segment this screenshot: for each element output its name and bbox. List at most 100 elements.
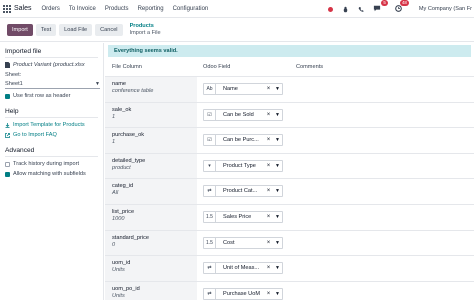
column-name: uom_po_id [112, 285, 140, 292]
activities-badge[interactable]: 48 [395, 0, 409, 14]
file-column-cell: purchase_ok 1 [105, 128, 197, 153]
divider [5, 57, 98, 58]
column-name: detailed_type [112, 157, 146, 164]
download-icon [5, 122, 10, 128]
chevron-down-icon: ▼ [95, 81, 100, 87]
field-name: Sales Price [223, 213, 252, 220]
field-name: Unit of Meas... [223, 265, 260, 272]
track-history-checkbox[interactable] [5, 161, 10, 167]
odoo-field-select[interactable]: ⇄ Product Cat... × ▼ [203, 185, 283, 198]
field-type-icon: ⇄ [204, 263, 216, 274]
column-sample: Units [112, 292, 125, 299]
odoo-field-select[interactable]: ⇄ Purchase UoM × ▼ [203, 287, 283, 300]
allow-matching-option[interactable]: Allow matching with subfields [5, 171, 98, 177]
cancel-button[interactable]: Cancel [95, 23, 123, 36]
menu-to-invoice[interactable]: To Invoice [69, 6, 96, 12]
bug-icon[interactable] [342, 6, 349, 13]
table-header: File Column Odoo Field Comments [105, 57, 474, 77]
clear-icon[interactable]: × [264, 214, 273, 220]
clear-icon[interactable]: × [264, 86, 273, 92]
odoo-field-select[interactable]: 1.5 Cost × ▼ [203, 236, 283, 249]
clear-icon[interactable]: × [264, 188, 273, 194]
menu-orders[interactable]: Orders [42, 6, 60, 12]
messages-badge[interactable]: 5 [373, 0, 388, 14]
chevron-down-icon[interactable]: ▼ [273, 86, 282, 92]
chevron-down-icon[interactable]: ▼ [273, 240, 282, 246]
recording-dot-icon[interactable] [327, 6, 333, 12]
import-template-link[interactable]: Import Template for Products [5, 122, 98, 128]
chevron-down-icon[interactable]: ▼ [273, 112, 282, 118]
phone-icon[interactable] [358, 6, 364, 13]
load-file-button[interactable]: Load File [59, 23, 93, 36]
chevron-down-icon[interactable]: ▼ [273, 188, 282, 194]
first-row-header-option[interactable]: Use first row as header [5, 93, 98, 99]
first-row-header-checkbox[interactable] [5, 93, 10, 99]
column-sample: 1 [112, 113, 116, 120]
clock-icon [395, 4, 402, 12]
clear-icon[interactable]: × [264, 112, 273, 118]
odoo-field-select[interactable]: ▾ Product Type × ▼ [203, 159, 283, 172]
company-switcher[interactable]: My Company (San Fr [419, 6, 472, 12]
odoo-field-select[interactable]: ☑ Can be Sold × ▼ [203, 108, 283, 121]
import-template-label: Import Template for Products [13, 122, 85, 128]
table-row: standard_price 0 1.5 Cost × ▼ [105, 230, 474, 257]
apps-grid-icon[interactable] [0, 0, 14, 18]
help-heading: Help [5, 108, 19, 115]
odoo-field-select[interactable]: Ab Name × ▼ [203, 83, 283, 95]
divider [5, 117, 98, 118]
odoo-field-select[interactable]: ⇄ Unit of Meas... × ▼ [203, 262, 283, 275]
odoo-field-select[interactable]: ☑ Can be Purc... × ▼ [203, 134, 283, 147]
column-name: purchase_ok [112, 132, 145, 139]
table-row: sale_ok 1 ☑ Can be Sold × ▼ [105, 102, 474, 129]
chevron-down-icon[interactable]: ▼ [273, 291, 282, 297]
field-name: Purchase UoM [223, 290, 260, 297]
table-row: name conference table Ab Name × ▼ [105, 77, 474, 103]
column-sample: Units [112, 267, 125, 274]
clear-icon[interactable]: × [264, 240, 273, 246]
field-name: Name [223, 86, 238, 92]
field-type-icon: ▾ [204, 160, 216, 171]
field-type-icon: ☑ [204, 135, 216, 146]
breadcrumb-products-link[interactable]: Products [130, 23, 161, 30]
table-row: categ_id All ⇄ Product Cat... × ▼ [105, 179, 474, 205]
comments-header: Comments [296, 63, 324, 70]
allow-matching-checkbox[interactable] [5, 171, 10, 177]
column-name: name [112, 81, 126, 87]
clear-icon[interactable]: × [264, 163, 273, 169]
odoo-field-select[interactable]: 1.5 Sales Price × ▼ [203, 210, 283, 223]
clear-icon[interactable]: × [264, 291, 273, 297]
allow-matching-label: Allow matching with subfields [13, 171, 86, 177]
menu-reporting[interactable]: Reporting [138, 6, 164, 12]
chevron-down-icon[interactable]: ▼ [273, 163, 282, 169]
messages-count: 5 [381, 0, 388, 6]
clear-icon[interactable]: × [264, 137, 273, 143]
track-history-option[interactable]: Track history during import [5, 161, 98, 167]
field-type-icon: ☑ [204, 109, 216, 120]
table-row: uom_po_id Units ⇄ Purchase UoM × ▼ [105, 281, 474, 300]
field-name: Product Cat... [223, 188, 258, 195]
file-column-cell: list_price 1000 [105, 204, 197, 230]
column-sample: conference table [112, 88, 154, 94]
imported-file-heading: Imported file [5, 48, 42, 55]
column-sample: All [112, 190, 119, 197]
app-brand[interactable]: Sales [14, 5, 32, 12]
menu-configuration[interactable]: Configuration [173, 6, 209, 12]
chevron-down-icon[interactable]: ▼ [273, 214, 282, 220]
field-name: Cost [223, 239, 235, 246]
file-column-cell: categ_id All [105, 179, 197, 204]
test-button[interactable]: Test [35, 23, 57, 36]
sheet-select[interactable]: Sheet1 ▼ [5, 80, 100, 89]
import-button[interactable]: Import [7, 23, 33, 36]
import-faq-link[interactable]: Go to Import FAQ [5, 132, 98, 138]
sheet-value: Sheet1 [5, 81, 23, 87]
import-mapping-panel: Everything seems valid. File Column Odoo… [105, 43, 474, 300]
breadcrumb-current: Import a File [129, 29, 161, 36]
advanced-heading: Advanced [5, 147, 35, 154]
file-column-cell: uom_po_id Units [105, 281, 197, 300]
chevron-down-icon[interactable]: ▼ [273, 265, 282, 271]
control-panel: Import Test Load File Cancel Products Im… [0, 18, 474, 42]
clear-icon[interactable]: × [264, 265, 273, 271]
chevron-down-icon[interactable]: ▼ [273, 137, 282, 143]
file-icon [5, 62, 10, 68]
menu-products[interactable]: Products [105, 6, 129, 12]
